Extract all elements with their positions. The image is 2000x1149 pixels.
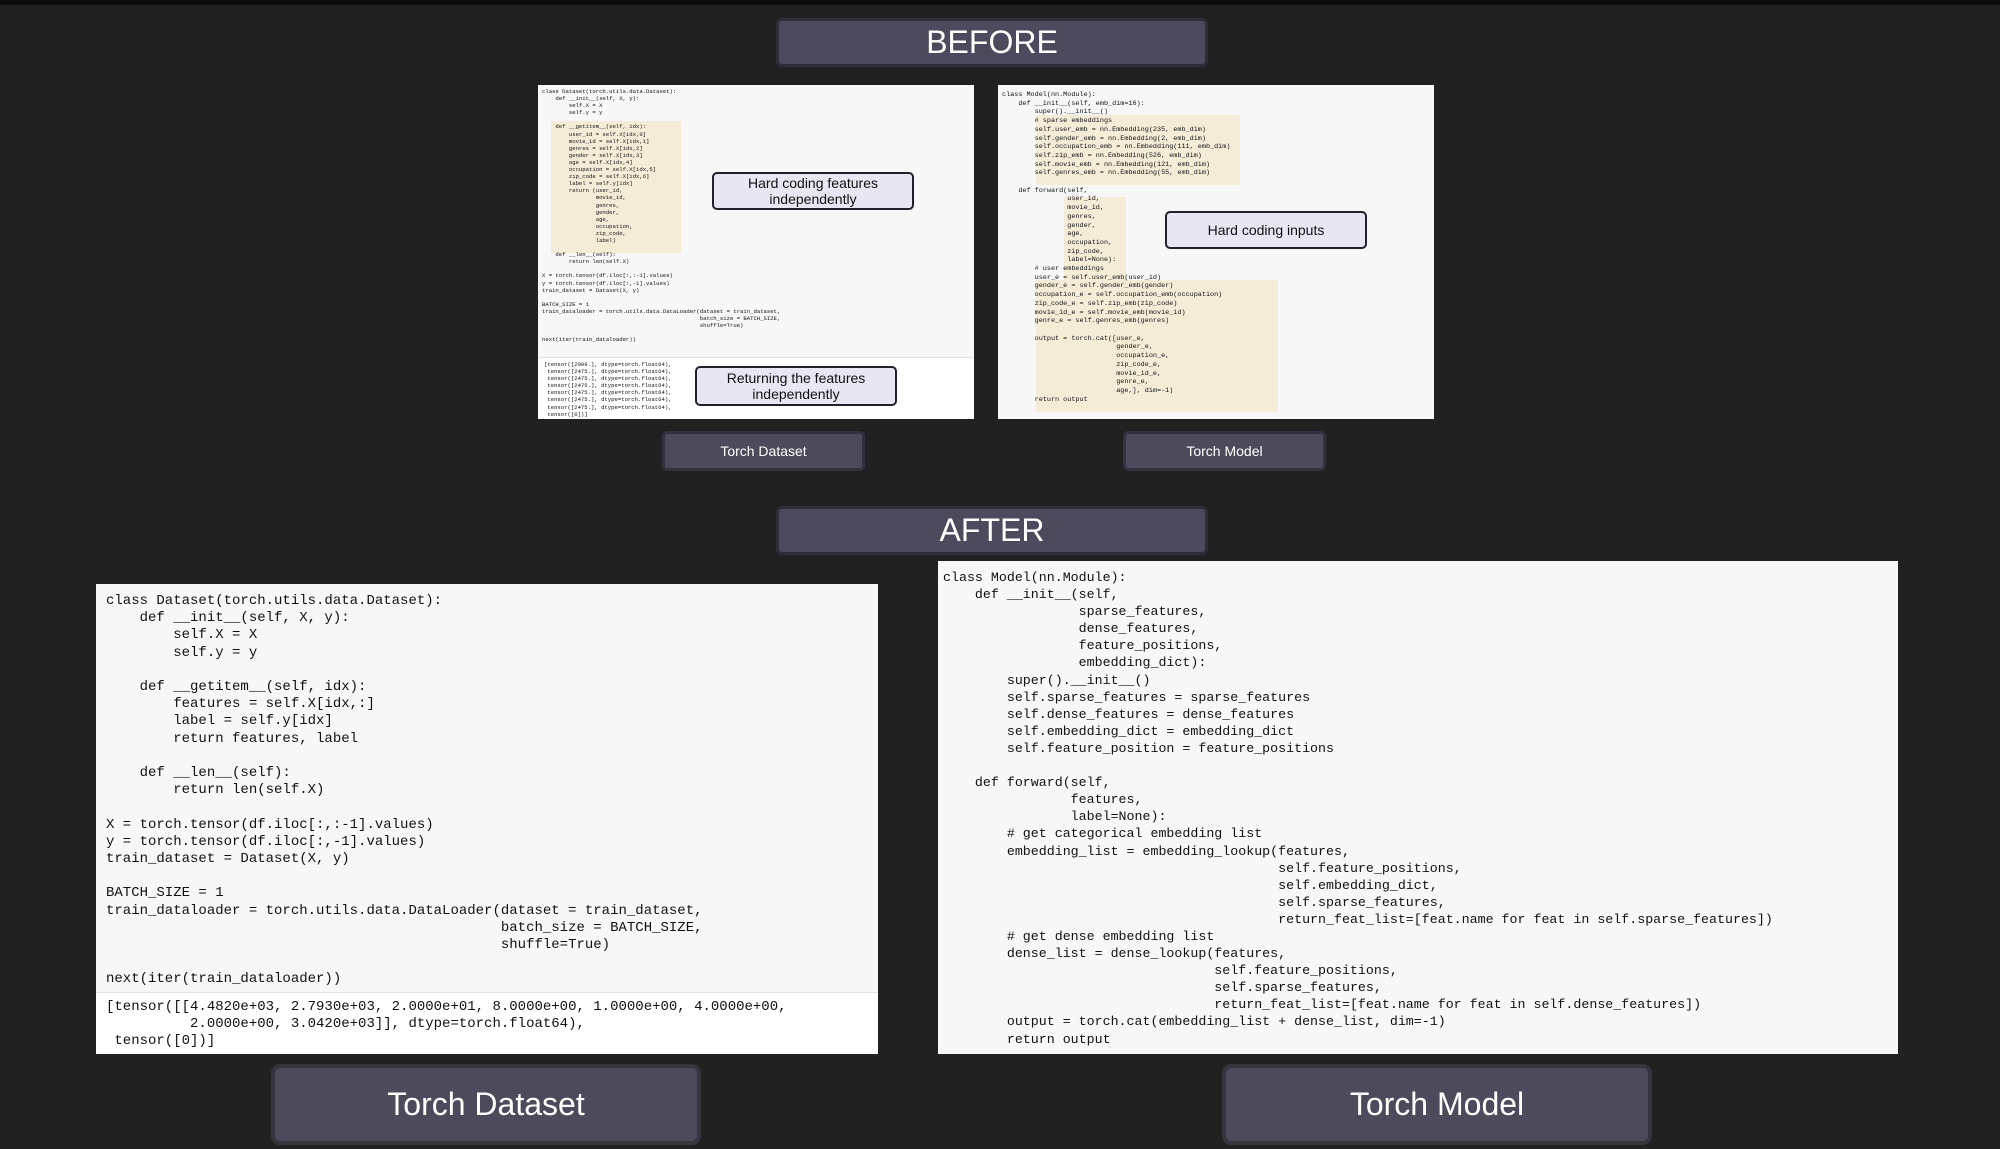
before-dataset-screenshot: class Dataset(torch.utils.data.Dataset):… (538, 85, 974, 419)
before-model-label: Torch Model (1123, 431, 1326, 471)
after-dataset-label: Torch Dataset (271, 1064, 701, 1145)
after-model-screenshot: class Model(nn.Module): def __init__(sel… (938, 561, 1898, 1054)
before-dataset-output: [tensor([2909.], dtype=torch.float64), t… (544, 361, 672, 418)
hard-coding-features-callout: Hard coding features independently (712, 172, 914, 210)
top-edge-bar (0, 0, 2000, 5)
before-dataset-code: class Dataset(torch.utils.data.Dataset):… (542, 88, 781, 344)
after-dataset-screenshot: class Dataset(torch.utils.data.Dataset):… (96, 584, 878, 1054)
returning-features-callout: Returning the features independently (695, 366, 897, 406)
after-heading: AFTER (776, 506, 1208, 555)
before-model-screenshot: class Model(nn.Module): def __init__(sel… (998, 85, 1434, 419)
after-model-label: Torch Model (1222, 1064, 1652, 1145)
after-model-code: class Model(nn.Module): def __init__(sel… (943, 570, 1773, 1047)
after-dataset-output-area: [tensor([[4.4820e+03, 2.7930e+03, 2.0000… (96, 992, 878, 1054)
before-dataset-label: Torch Dataset (662, 431, 865, 471)
hard-coding-inputs-callout: Hard coding inputs (1165, 211, 1367, 249)
after-dataset-output: [tensor([[4.4820e+03, 2.7930e+03, 2.0000… (106, 999, 787, 1050)
before-heading: BEFORE (776, 18, 1208, 67)
after-dataset-code: class Dataset(torch.utils.data.Dataset):… (106, 593, 703, 988)
